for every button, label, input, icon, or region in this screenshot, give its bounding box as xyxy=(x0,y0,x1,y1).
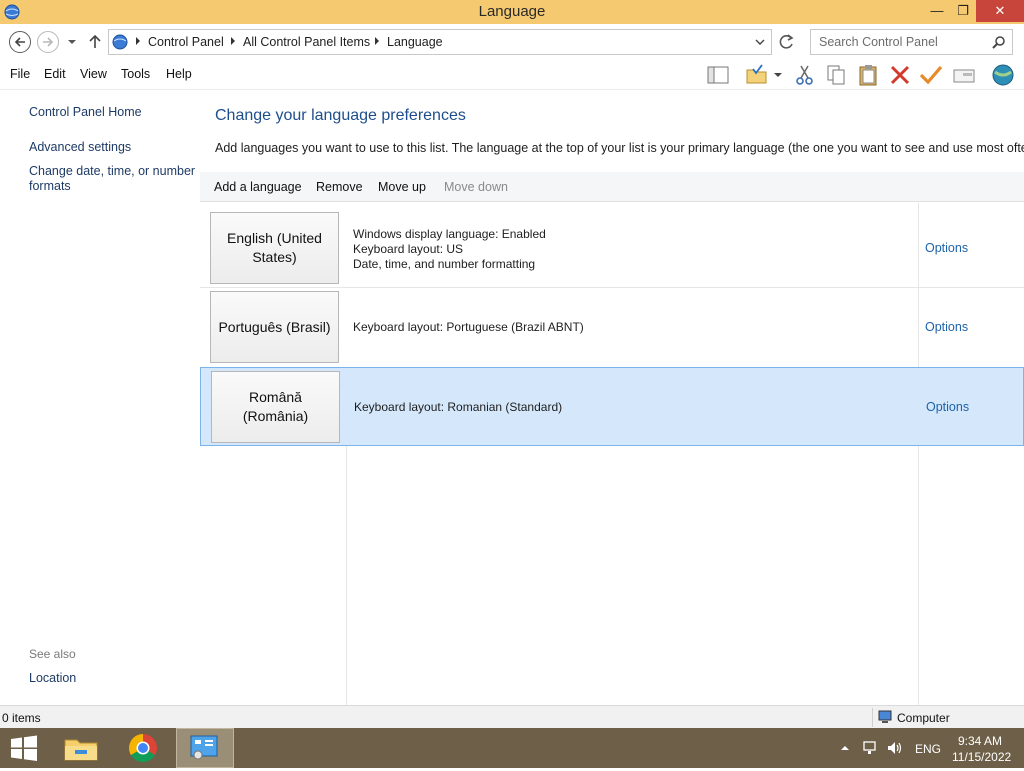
cut-icon[interactable] xyxy=(792,63,818,87)
status-bar: 0 items Computer xyxy=(0,705,1024,728)
address-bar[interactable]: Control Panel All Control Panel Items La… xyxy=(108,29,772,55)
language-info: Windows display language: Enabled Keyboa… xyxy=(353,227,546,272)
move-up-button[interactable]: Move up xyxy=(378,180,426,194)
formatting-info: Date, time, and number formatting xyxy=(353,257,536,271)
arrow-right-icon xyxy=(43,37,54,47)
menu-help[interactable]: Help xyxy=(166,67,192,81)
menu-file[interactable]: File xyxy=(10,67,30,81)
status-divider xyxy=(872,708,873,727)
language-name-line1: Português (Brasil) xyxy=(218,318,331,335)
recent-locations-chevron-icon[interactable] xyxy=(66,36,78,48)
control-panel-home-link[interactable]: Control Panel Home xyxy=(29,105,142,120)
advanced-settings-link[interactable]: Advanced settings xyxy=(29,140,131,155)
chevron-down-icon[interactable] xyxy=(770,63,786,87)
language-name-line1: English (United xyxy=(227,230,322,246)
breadcrumb-separator-icon[interactable] xyxy=(230,37,236,45)
language-row-english[interactable]: English (United States) Windows display … xyxy=(200,209,1024,288)
taskbar-file-explorer[interactable] xyxy=(57,728,105,768)
arrow-left-icon xyxy=(14,37,25,47)
remove-button[interactable]: Remove xyxy=(316,180,363,194)
volume-icon[interactable] xyxy=(886,740,904,756)
change-date-time-link-line2: formats xyxy=(29,179,71,193)
keyboard-layout: Keyboard layout: Portuguese (Brazil ABNT… xyxy=(353,320,584,334)
taskbar-chrome[interactable] xyxy=(119,728,167,768)
folder-icon xyxy=(64,739,98,761)
menu-tools[interactable]: Tools xyxy=(121,67,150,81)
page-description: Add languages you want to use to this li… xyxy=(215,141,1024,155)
layout-pane-icon[interactable] xyxy=(705,63,731,87)
delete-icon[interactable] xyxy=(887,63,913,87)
list-column-divider xyxy=(346,445,347,705)
language-tile-portuguese[interactable]: Português (Brasil) xyxy=(210,291,339,363)
language-info: Keyboard layout: Romanian (Standard) xyxy=(354,400,562,415)
refresh-icon[interactable] xyxy=(776,31,796,53)
status-location: Computer xyxy=(897,711,950,725)
menu-view[interactable]: View xyxy=(80,67,107,81)
breadcrumb-all-items[interactable]: All Control Panel Items xyxy=(243,35,370,49)
language-name-line1: Română xyxy=(249,389,302,405)
address-row: Control Panel All Control Panel Items La… xyxy=(0,24,1024,60)
display-language-status: Windows display language: Enabled xyxy=(353,227,546,241)
paste-icon[interactable] xyxy=(855,63,881,87)
input-language-indicator[interactable]: ENG xyxy=(915,742,941,756)
chrome-icon xyxy=(129,734,157,762)
breadcrumb-control-panel[interactable]: Control Panel xyxy=(148,35,224,49)
menu-bar: File Edit View Tools Help xyxy=(0,60,1024,90)
copy-icon[interactable] xyxy=(823,63,849,87)
breadcrumb-language[interactable]: Language xyxy=(387,35,443,49)
options-link[interactable]: Options xyxy=(925,241,968,255)
computer-icon xyxy=(878,710,892,723)
change-date-time-link-line1: Change date, time, or number xyxy=(29,164,196,178)
language-name-line2: States) xyxy=(252,249,297,265)
globe-icon[interactable] xyxy=(990,63,1016,87)
windows-logo-icon xyxy=(11,735,37,761)
left-pane: Control Panel Home Advanced settings Cha… xyxy=(0,91,200,705)
keyboard-layout: Keyboard layout: Romanian (Standard) xyxy=(354,400,563,414)
add-language-button[interactable]: Add a language xyxy=(214,180,302,194)
breadcrumb-separator-icon[interactable] xyxy=(374,37,380,45)
language-tile-romanian[interactable]: Română (România) xyxy=(211,371,340,443)
command-bar: Add a language Remove Move up Move down xyxy=(200,172,1024,202)
show-hidden-icons-icon[interactable] xyxy=(840,743,850,753)
search-input[interactable]: Search Control Panel xyxy=(810,29,1013,55)
taskbar-control-panel[interactable] xyxy=(176,728,234,768)
language-row-portuguese[interactable]: Português (Brasil) Keyboard layout: Port… xyxy=(200,288,1024,367)
network-icon[interactable] xyxy=(862,740,880,756)
properties-icon[interactable] xyxy=(951,63,977,87)
keyboard-layout: Keyboard layout: US xyxy=(353,242,464,256)
options-link[interactable]: Options xyxy=(926,400,969,414)
clock-time[interactable]: 9:34 AM xyxy=(958,734,1002,748)
back-button[interactable] xyxy=(9,31,31,53)
control-panel-icon xyxy=(112,34,128,50)
minimize-button[interactable]: — xyxy=(924,0,950,22)
start-button[interactable] xyxy=(0,728,48,768)
location-link[interactable]: Location xyxy=(29,671,76,686)
search-placeholder: Search Control Panel xyxy=(819,35,938,49)
change-date-time-link[interactable]: Change date, time, or number formats xyxy=(29,164,195,194)
language-info: Keyboard layout: Portuguese (Brazil ABNT… xyxy=(353,320,584,335)
clock-date[interactable]: 11/15/2022 xyxy=(952,750,1011,764)
control-panel-icon xyxy=(190,735,218,760)
menu-edit[interactable]: Edit xyxy=(44,67,66,81)
taskbar: ENG 9:34 AM 11/15/2022 xyxy=(0,728,1024,768)
language-tile-english[interactable]: English (United States) xyxy=(210,212,339,284)
item-count: 0 items xyxy=(2,711,41,725)
chevron-down-icon[interactable] xyxy=(755,38,765,46)
restore-button[interactable]: ❐ xyxy=(950,0,976,22)
see-also-heading: See also xyxy=(29,647,76,661)
window-title: Language xyxy=(478,3,546,20)
checkmark-icon[interactable] xyxy=(918,63,944,87)
close-button[interactable]: ✕ xyxy=(976,0,1024,22)
forward-button[interactable] xyxy=(37,31,59,53)
language-name-line2: (România) xyxy=(242,408,309,424)
search-icon[interactable] xyxy=(992,35,1006,49)
language-row-romanian[interactable]: Română (România) Keyboard layout: Romani… xyxy=(200,367,1024,446)
title-bar: Language — ❐ ✕ xyxy=(0,0,1024,24)
options-link[interactable]: Options xyxy=(925,320,968,334)
move-down-button: Move down xyxy=(444,180,508,194)
page-title: Change your language preferences xyxy=(215,107,466,124)
up-arrow-icon[interactable] xyxy=(88,33,102,49)
folder-options-icon[interactable] xyxy=(744,63,770,87)
breadcrumb-separator-icon[interactable] xyxy=(135,37,141,45)
